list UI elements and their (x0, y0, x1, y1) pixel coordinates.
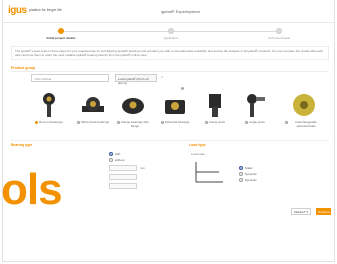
section-divider (11, 71, 329, 72)
app-title: igubal® Expertsystem (161, 9, 200, 14)
size-select[interactable] (109, 165, 137, 171)
part-number-input[interactable]: Part number (31, 74, 109, 82)
progress-stepper: Initial project details Application Tech… (41, 27, 301, 45)
rod-end-icon (43, 93, 55, 117)
product-radio[interactable] (77, 121, 80, 125)
product-label: Flange bearings with flange (121, 120, 149, 128)
product-clevis-joint[interactable]: Clevis joints (199, 92, 231, 125)
select-dropdown[interactable]: SELECT ▾ (291, 208, 311, 215)
flange-bearing-icon (122, 98, 144, 114)
igus-logo[interactable]: igus (8, 5, 27, 16)
bearing-option-with[interactable]: with (109, 152, 120, 156)
option-label: with (115, 152, 121, 156)
product-spherical-bearing[interactable]: Spherical bearings (159, 92, 191, 125)
option-label: Dynamic (245, 178, 257, 182)
step-label: Technical details (267, 36, 290, 40)
unit-label: mm (140, 166, 145, 170)
size-input-2[interactable] (109, 174, 137, 180)
spherical-bearing-icon (165, 100, 185, 114)
step-dot (168, 28, 174, 34)
size-input-3[interactable] (109, 183, 137, 189)
tagline: plastics for longer life (29, 8, 62, 12)
radio-button[interactable] (109, 152, 113, 156)
header: igus plastics for longer life igubal® Ex… (3, 0, 334, 22)
step-label: Application (163, 36, 179, 40)
app-window: igus plastics for longer life igubal® Ex… (1, 0, 335, 262)
product-pillow-block[interactable]: Pillow block bearings (77, 92, 109, 125)
pillow-block-icon (82, 97, 104, 112)
step-dot (58, 28, 64, 34)
load-option-static[interactable]: Static (239, 166, 253, 170)
product-label: Interchangeable spherical balls (295, 120, 317, 128)
product-label: Clevis joints (208, 120, 225, 124)
continue-button[interactable]: Continue (316, 208, 331, 215)
radio-button[interactable] (239, 178, 243, 182)
load-filter-button[interactable]: Load igubal® (Push off plot to) (115, 74, 157, 85)
radio-button[interactable] (109, 158, 113, 162)
section-divider (11, 140, 329, 141)
step-dot (276, 28, 282, 34)
product-label: Spherical bearings (164, 120, 190, 124)
load-type-title: Load type (189, 143, 206, 147)
overlay-text: ols (1, 165, 63, 214)
step-2[interactable]: Application (151, 27, 191, 40)
product-angle-joint[interactable]: Angle joints (239, 92, 271, 125)
step-3[interactable]: Technical details (259, 27, 299, 40)
option-label: Static (245, 166, 253, 170)
load-option-dynamic[interactable]: Dynamic (239, 172, 257, 176)
radio-button[interactable] (239, 166, 243, 170)
clevis-joint-icon (209, 94, 221, 117)
product-rod-end[interactable]: Rod end bearings (33, 92, 65, 125)
angle-joint-icon (247, 94, 265, 117)
load-option-dynamic-2[interactable]: Dynamic (239, 178, 257, 182)
product-radio[interactable] (35, 121, 39, 125)
product-radio[interactable] (285, 121, 288, 125)
bearing-type-title: Bearing type (11, 143, 33, 147)
product-label: Rod end bearings (39, 120, 63, 124)
step-1[interactable]: Initial project details (41, 27, 81, 40)
product-flange-bearing[interactable]: Flange bearings with flange (117, 92, 149, 128)
step-label: Initial project details (46, 36, 76, 40)
header-divider (3, 22, 334, 23)
option-label: Dynamic (245, 172, 257, 176)
product-radio[interactable] (204, 121, 208, 125)
option-label: without (115, 158, 125, 162)
intro-text: The igubal® expert tests in three steps … (11, 46, 329, 60)
product-radio[interactable] (160, 121, 164, 125)
load-case-label: Load case (191, 152, 205, 156)
load-diagram-icon (195, 162, 223, 183)
bearing-option-without[interactable]: without (109, 158, 125, 162)
close-icon[interactable]: × (161, 74, 163, 79)
product-group-title: Product group (11, 66, 36, 70)
product-label: Pillow block bearings (81, 120, 110, 124)
product-radio[interactable] (117, 121, 120, 125)
product-radio[interactable] (245, 121, 249, 125)
radio-button[interactable] (239, 172, 243, 176)
carousel-indicator[interactable] (181, 87, 184, 90)
spherical-ball-icon (293, 94, 315, 116)
product-spherical-ball[interactable]: Interchangeable spherical balls (285, 92, 323, 128)
product-label: Angle joints (249, 120, 265, 124)
